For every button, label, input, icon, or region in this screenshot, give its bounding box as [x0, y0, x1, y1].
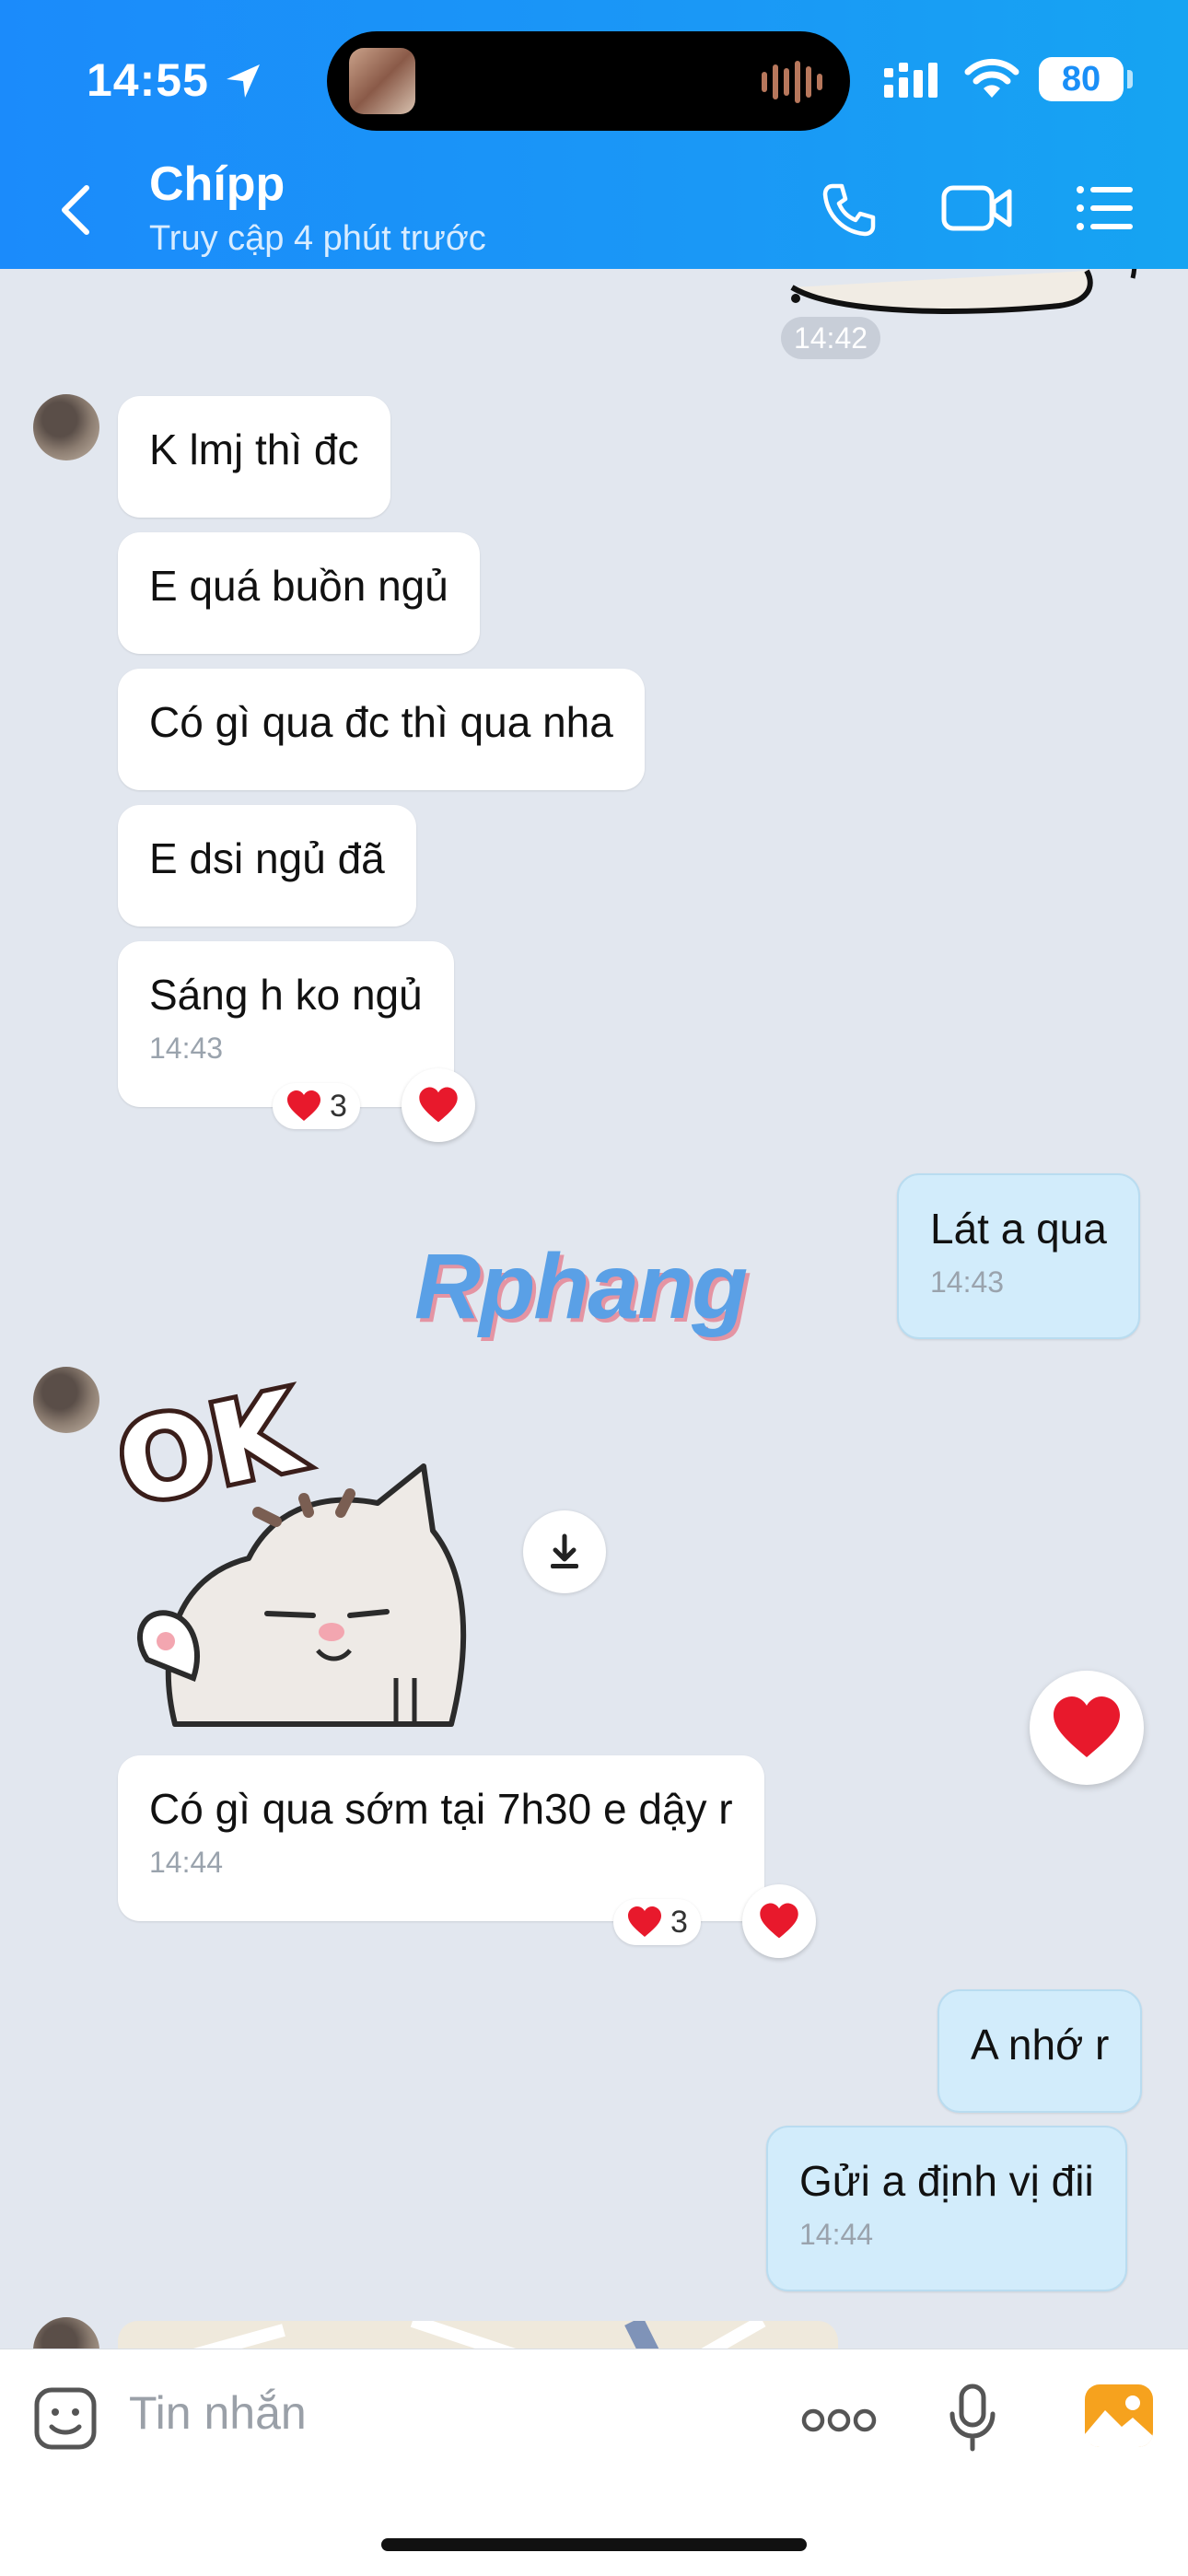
map-graphic [192, 2321, 766, 2349]
reaction-count: 3 [670, 1904, 688, 1940]
message-text: Có gì qua sớm tại 7h30 e dậy r [149, 1785, 733, 1833]
gallery-image-icon[interactable] [1083, 2383, 1155, 2449]
contact-last-seen: Truy cập 4 phút trước [149, 219, 486, 258]
sticker-text: OK [120, 1374, 313, 1531]
timestamp-pill: 14:42 [781, 317, 880, 359]
message-bubble[interactable]: E dsi ngủ đã [118, 805, 416, 927]
contact-avatar[interactable] [33, 1367, 99, 1433]
message-text: Gửi a định vị đii [799, 2157, 1094, 2205]
heart-icon [760, 1903, 798, 1939]
message-text: Lát a qua [930, 1205, 1107, 1253]
contact-avatar[interactable] [33, 2317, 99, 2349]
chat-header: 14:55 80 Chípp Truy cập 4 phút trước [0, 0, 1188, 269]
status-time: 14:55 [87, 54, 209, 106]
react-heart-button[interactable] [402, 1068, 475, 1142]
message-bubble[interactable]: Sáng h ko ngủ 14:43 [118, 941, 454, 1107]
message-time: 14:43 [149, 1032, 224, 1065]
message-bubble[interactable]: Có gì qua sớm tại 7h30 e dậy r 14:44 [118, 1755, 764, 1921]
home-indicator[interactable] [381, 2538, 807, 2551]
reaction-count: 3 [330, 1088, 347, 1124]
message-text: Có gì qua đc thì qua nha [149, 698, 613, 746]
location-map-preview[interactable] [118, 2321, 838, 2349]
message-bubble-outgoing[interactable]: Lát a qua 14:43 [897, 1173, 1140, 1339]
message-bubble[interactable]: Có gì qua đc thì qua nha [118, 669, 645, 790]
now-playing-thumbnail [349, 48, 415, 114]
sticker-emoji-icon[interactable] [33, 2386, 98, 2451]
message-text: A nhớ r [971, 2021, 1110, 2069]
watermark: Rphang [414, 1235, 748, 1338]
heart-icon [287, 1090, 320, 1121]
battery-indicator: 80 [1039, 57, 1124, 101]
message-text: E quá buồn ngủ [149, 562, 448, 610]
message-bubble[interactable]: E quá buồn ngủ [118, 532, 480, 654]
download-icon [551, 1533, 578, 1568]
cellular-signal-icon [884, 63, 938, 98]
sticker-partial [790, 269, 1137, 314]
battery-tip [1127, 70, 1133, 88]
reaction-summary[interactable]: 3 [613, 1899, 701, 1945]
microphone-icon[interactable] [949, 2383, 996, 2454]
message-time: 14:44 [149, 1846, 224, 1879]
message-text: K lmj thì đc [149, 425, 359, 473]
audio-waveform-icon [762, 61, 822, 103]
message-text: E dsi ngủ đã [149, 834, 385, 882]
ok-cat-sticker[interactable]: OK [120, 1374, 488, 1743]
back-arrow-icon[interactable] [57, 182, 94, 238]
heart-icon [628, 1906, 661, 1937]
message-input[interactable]: Tin nhắn [129, 2386, 307, 2440]
menu-list-icon[interactable] [1076, 181, 1135, 236]
message-bubble-outgoing[interactable]: A nhớ r [938, 1989, 1143, 2113]
message-bubble[interactable]: K lmj thì đc [118, 396, 390, 518]
message-time: 14:43 [930, 1265, 1005, 1299]
contact-avatar[interactable] [33, 394, 99, 460]
location-arrow-icon [227, 64, 260, 98]
contact-name[interactable]: Chípp [149, 157, 285, 212]
wifi-icon [964, 58, 1019, 98]
video-call-icon[interactable] [941, 181, 1013, 236]
more-options-icon[interactable] [801, 2407, 877, 2434]
heart-reaction-bubble[interactable] [1030, 1671, 1144, 1785]
reaction-summary[interactable]: 3 [273, 1083, 360, 1129]
message-bubble-outgoing[interactable]: Gửi a định vị đii 14:44 [766, 2126, 1127, 2291]
heart-icon [1054, 1696, 1120, 1757]
message-text: Sáng h ko ngủ [149, 971, 423, 1019]
phone-call-icon[interactable] [820, 181, 879, 239]
heart-icon [419, 1087, 458, 1123]
dynamic-island[interactable] [327, 31, 850, 131]
download-sticker-button[interactable] [523, 1510, 606, 1593]
message-time: 14:44 [799, 2218, 874, 2251]
message-list[interactable]: 14:42 K lmj thì đc E quá buồn ngủ Có gì … [0, 269, 1188, 2349]
react-heart-button[interactable] [742, 1884, 816, 1958]
